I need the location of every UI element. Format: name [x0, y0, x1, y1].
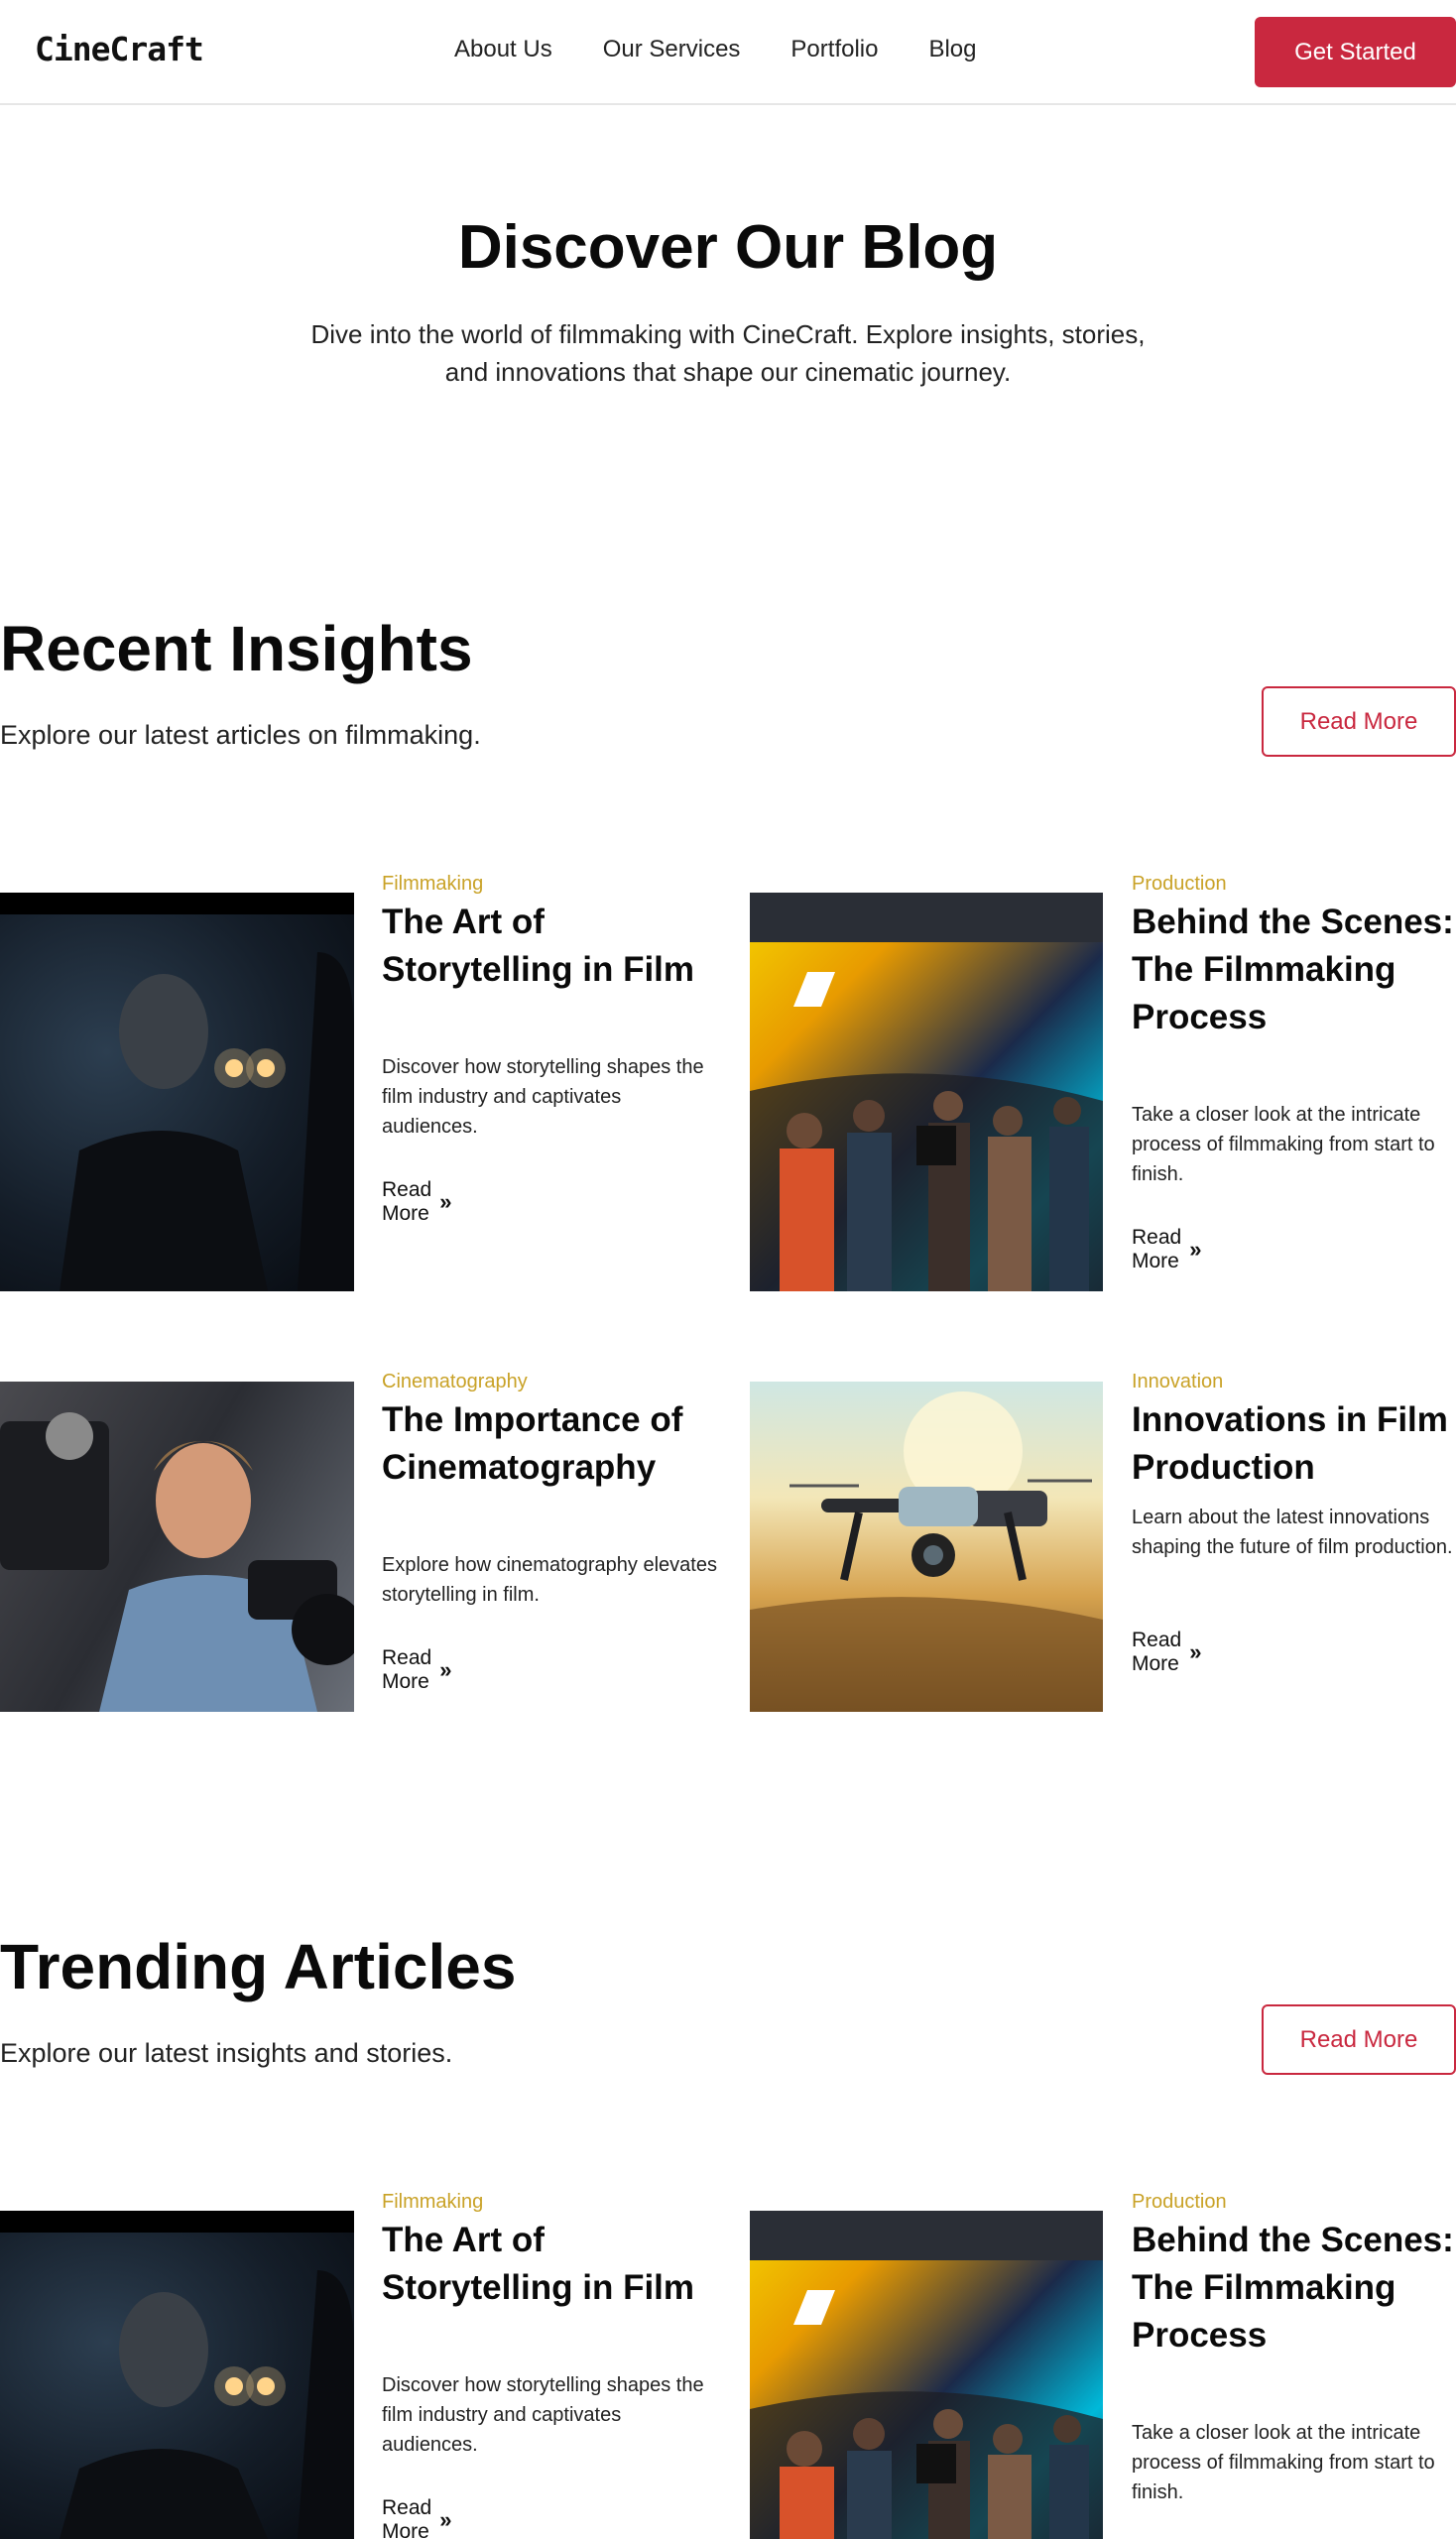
- article-image-behind-scenes[interactable]: [750, 893, 1103, 1291]
- article-category: Innovation: [1132, 1371, 1224, 1392]
- article-description: Explore how cinematography elevates stor…: [382, 1554, 717, 1606]
- double-chevron-right-icon: »: [439, 2507, 452, 2532]
- article-image-cinematography[interactable]: [0, 1382, 354, 1712]
- trending-articles-title: Trending Articles: [0, 1931, 517, 2002]
- logo[interactable]: CineCraft: [35, 30, 204, 68]
- navbar: CineCraft About Us Our Services Portfoli…: [0, 0, 1456, 105]
- article-image-behind-scenes[interactable]: [750, 2211, 1103, 2539]
- article-category: Filmmaking: [382, 2191, 484, 2213]
- read-more-label: Read More: [1132, 1629, 1182, 1675]
- article-image-storytelling[interactable]: [0, 893, 354, 1291]
- read-more-link[interactable]: Read More »: [382, 1646, 451, 1694]
- article-title[interactable]: The Art of Storytelling in Film: [382, 2217, 719, 2312]
- nav-link-blog[interactable]: Blog: [928, 36, 976, 63]
- nav-link-portfolio[interactable]: Portfolio: [790, 36, 878, 63]
- read-more-link[interactable]: Read More »: [1132, 1629, 1201, 1676]
- read-more-label: Read More: [382, 1646, 432, 1693]
- get-started-button[interactable]: Get Started: [1255, 17, 1456, 87]
- article-description: Discover how storytelling shapes the fil…: [382, 1056, 704, 1138]
- film-set-crowd-icon: [750, 2211, 1103, 2539]
- article-title[interactable]: The Importance of Cinematography: [382, 1396, 719, 1492]
- trending-articles-subtitle: Explore our latest insights and stories.: [0, 2038, 453, 2068]
- article-description: Learn about the latest innovations shapi…: [1132, 1507, 1453, 1558]
- article-title[interactable]: The Art of Storytelling in Film: [382, 899, 719, 994]
- article-description: Discover how storytelling shapes the fil…: [382, 2374, 704, 2456]
- read-more-label: Read More: [382, 2496, 432, 2539]
- double-chevron-right-icon: »: [439, 1189, 452, 1214]
- article-category: Filmmaking: [382, 873, 484, 895]
- recent-insights-title: Recent Insights: [0, 613, 473, 684]
- double-chevron-right-icon: »: [439, 1657, 452, 1682]
- recent-read-more-button[interactable]: Read More: [1262, 686, 1456, 757]
- article-title[interactable]: Behind the Scenes: The Filmmaking Proces…: [1132, 2217, 1456, 2359]
- article-title[interactable]: Behind the Scenes: The Filmmaking Proces…: [1132, 899, 1456, 1041]
- read-more-label: Read More: [382, 1178, 432, 1225]
- silhouette-portrait-icon: [0, 893, 354, 1291]
- read-more-link[interactable]: Read More »: [382, 2496, 451, 2539]
- article-image-innovation[interactable]: [750, 1382, 1103, 1712]
- film-set-crowd-icon: [750, 893, 1103, 1291]
- page-title: Discover Our Blog: [457, 213, 999, 282]
- read-more-label: Read More: [1132, 1226, 1182, 1272]
- article-category: Production: [1132, 873, 1227, 895]
- article-category: Production: [1132, 2191, 1227, 2213]
- drone-icon: [750, 1391, 1103, 1712]
- trending-read-more-button[interactable]: Read More: [1262, 2004, 1456, 2075]
- nav-link-about[interactable]: About Us: [454, 36, 552, 63]
- read-more-link[interactable]: Read More »: [382, 1178, 451, 1226]
- hero-subtitle: Dive into the world of filmmaking with C…: [310, 319, 1146, 387]
- article-description: Take a closer look at the intricate proc…: [1132, 2422, 1435, 2503]
- nav-links: About Us Our Services Portfolio Blog: [454, 36, 977, 63]
- article-image-storytelling[interactable]: [0, 2211, 354, 2539]
- double-chevron-right-icon: »: [1189, 1237, 1202, 1262]
- recent-insights-subtitle: Explore our latest articles on filmmakin…: [0, 720, 481, 750]
- nav-link-services[interactable]: Our Services: [603, 36, 741, 63]
- article-category: Cinematography: [382, 1371, 528, 1392]
- article-description: Take a closer look at the intricate proc…: [1132, 1104, 1435, 1185]
- double-chevron-right-icon: »: [1189, 1639, 1202, 1664]
- silhouette-portrait-icon: [0, 2211, 354, 2539]
- article-title[interactable]: Innovations in Film Production: [1132, 1396, 1456, 1492]
- camera-operator-icon: [0, 1412, 354, 1712]
- read-more-link[interactable]: Read More »: [1132, 1226, 1201, 1273]
